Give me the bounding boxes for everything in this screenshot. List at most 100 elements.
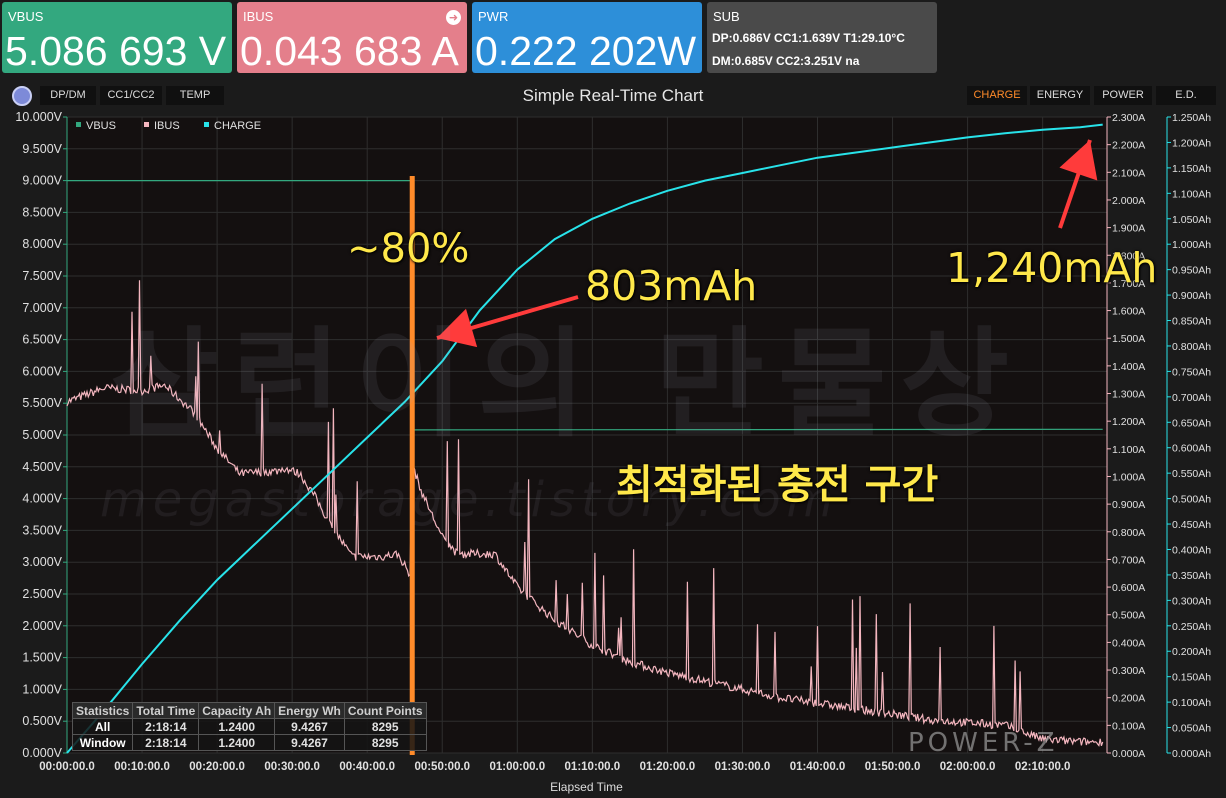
current-tick-label: 0.200A — [1112, 693, 1145, 705]
stats-row-label-all: All — [71, 718, 134, 735]
power-label: PWR — [478, 9, 509, 24]
voltage-tick-label: 2.500V — [22, 587, 62, 601]
stats-row-label-window: Window — [71, 734, 134, 751]
stats-header: Statistics — [71, 702, 134, 719]
charge-tick-label: 0.150Ah — [1172, 672, 1211, 684]
vbus-label: VBUS — [8, 9, 44, 24]
power-tile: PWR 0.222 202W — [472, 2, 702, 73]
voltage-tick-label: 6.000V — [22, 364, 62, 378]
charge-tick-label: 1.100Ah — [1172, 188, 1211, 200]
voltage-tick-label: 8.000V — [22, 237, 62, 251]
current-axis: 0.000A 0.100A 0.200A 0.300A 0.400A 0.500A 0.60… — [1107, 112, 1145, 760]
power-z-logo: POWER-Z — [908, 728, 1059, 758]
x-tick-label: 01:40:00.0 — [789, 761, 846, 773]
x-tick-label: 00:00:00.0 — [39, 761, 95, 773]
x-tick-label: 00:40:00.0 — [339, 761, 395, 773]
x-axis-label: Elapsed Time — [550, 780, 623, 794]
x-tick-label: 00:10:00.0 — [114, 761, 170, 773]
sub-line-1: DP:0.686V CC1:1.639V T1:29.10°C — [712, 31, 905, 45]
stats-cell: 1.2400 — [198, 734, 276, 751]
voltage-tick-label: 0.500V — [22, 714, 62, 728]
charge-tick-label: 0.800Ah — [1172, 341, 1211, 353]
charge-tick-label: 1.000Ah — [1172, 239, 1211, 251]
stats-cell: 8295 — [343, 718, 427, 735]
voltage-tick-label: 7.000V — [22, 301, 62, 315]
current-tick-label: 1.400A — [1112, 361, 1145, 373]
tab-charge[interactable]: CHARGE — [967, 86, 1027, 105]
x-tick-label: 01:20:00.0 — [639, 761, 696, 773]
charge-tick-label: 1.150Ah — [1172, 163, 1211, 175]
current-tick-label: 2.300A — [1112, 112, 1145, 124]
voltage-tick-label: 3.000V — [22, 555, 62, 569]
tab-power[interactable]: POWER — [1094, 86, 1152, 105]
voltage-tick-label: 7.500V — [22, 269, 62, 283]
stats-cell: 8295 — [343, 734, 427, 751]
charge-tick-label: 0.000Ah — [1172, 748, 1211, 760]
voltage-tick-label: 5.500V — [22, 396, 62, 410]
current-tick-label: 1.000A — [1112, 471, 1145, 483]
charge-tick-label: 0.650Ah — [1172, 417, 1211, 429]
voltage-tick-label: 9.000V — [22, 174, 62, 188]
voltage-tick-label: 4.500V — [22, 460, 62, 474]
charge-tick-label: 0.200Ah — [1172, 646, 1211, 658]
voltage-tick-label: 5.000V — [22, 428, 62, 442]
app-window: VBUS 5.086 693 V IBUS ➜ 0.043 683 A PWR … — [0, 0, 1226, 798]
annotation-803mah: 803mAh — [585, 262, 758, 310]
table-row: Window 2:18:14 1.2400 9.4267 8295 — [71, 734, 427, 751]
current-tick-label: 2.200A — [1112, 140, 1145, 152]
sub-line-2: DM:0.685V CC2:3.251V na — [712, 54, 860, 68]
charge-tick-label: 0.850Ah — [1172, 316, 1211, 328]
current-tick-label: 1.600A — [1112, 306, 1145, 318]
charge-tick-label: 0.550Ah — [1172, 468, 1211, 480]
chart-legend: VBUS IBUS CHARGE — [76, 120, 261, 132]
statistics-header-row: Statistics Total Time Capacity Ah Energy… — [71, 702, 427, 719]
current-tick-label: 0.700A — [1112, 554, 1145, 566]
charge-tick-label: 1.050Ah — [1172, 214, 1211, 226]
x-tick-label: 01:30:00.0 — [714, 761, 771, 773]
charge-tick-label: 0.300Ah — [1172, 595, 1211, 607]
current-tick-label: 0.900A — [1112, 499, 1145, 511]
charge-tick-label: 0.950Ah — [1172, 265, 1211, 277]
current-tick-label: 0.400A — [1112, 637, 1145, 649]
voltage-tick-label: 1.500V — [22, 651, 62, 665]
voltage-tick-label: 8.500V — [22, 205, 62, 219]
charge-tick-label: 1.200Ah — [1172, 137, 1211, 149]
voltage-tick-label: 0.000V — [22, 746, 62, 760]
voltage-tick-label: 1.000V — [22, 682, 62, 696]
current-tick-label: 0.600A — [1112, 582, 1145, 594]
charge-tick-label: 0.050Ah — [1172, 723, 1211, 735]
current-tick-label: 2.100A — [1112, 167, 1145, 179]
current-tick-label: 0.800A — [1112, 527, 1145, 539]
ibus-label: IBUS — [243, 9, 274, 24]
stats-header: Energy Wh — [274, 702, 345, 719]
stats-cell: 2:18:14 — [132, 718, 200, 735]
current-tick-label: 1.300A — [1112, 389, 1145, 401]
stats-cell: 9.4267 — [274, 734, 345, 751]
stats-cell: 9.4267 — [274, 718, 345, 735]
voltage-tick-label: 4.000V — [22, 492, 62, 506]
arrow-right-icon[interactable]: ➜ — [446, 10, 461, 25]
stats-header: Count Points — [343, 702, 427, 719]
current-tick-label: 0.300A — [1112, 665, 1145, 677]
legend-swatch — [204, 122, 209, 127]
legend-swatch — [76, 122, 81, 127]
current-tick-label: 1.100A — [1112, 444, 1145, 456]
charge-axis: 0.000Ah 0.050Ah 0.100Ah 0.150Ah 0.200Ah 0.250… — [1167, 112, 1211, 760]
voltage-tick-label: 3.500V — [22, 523, 62, 537]
annotation-1240mah: 1,240mAh — [946, 244, 1158, 292]
voltage-axis: 0.000V 0.500V 1.000V 1.500V 2.000V 2.500V 3.00… — [15, 110, 67, 760]
current-tick-label: 2.000A — [1112, 195, 1145, 207]
statistics-table: Statistics Total Time Capacity Ah Energy… — [71, 702, 427, 751]
tab-ed[interactable]: E.D. — [1156, 86, 1216, 105]
x-tick-label: 00:30:00.0 — [264, 761, 320, 773]
power-value: 0.222 202W — [475, 28, 697, 73]
table-row: All 2:18:14 1.2400 9.4267 8295 — [71, 718, 427, 735]
current-tick-label: 1.500A — [1112, 333, 1145, 345]
stats-header: Capacity Ah — [198, 702, 276, 719]
legend-label: VBUS — [86, 120, 116, 132]
voltage-tick-label: 10.000V — [15, 110, 62, 124]
ibus-value: 0.043 683 A — [240, 28, 459, 73]
legend-label: IBUS — [154, 120, 180, 132]
tab-energy[interactable]: ENERGY — [1030, 86, 1090, 105]
x-tick-label: 02:10:00.0 — [1014, 761, 1071, 773]
